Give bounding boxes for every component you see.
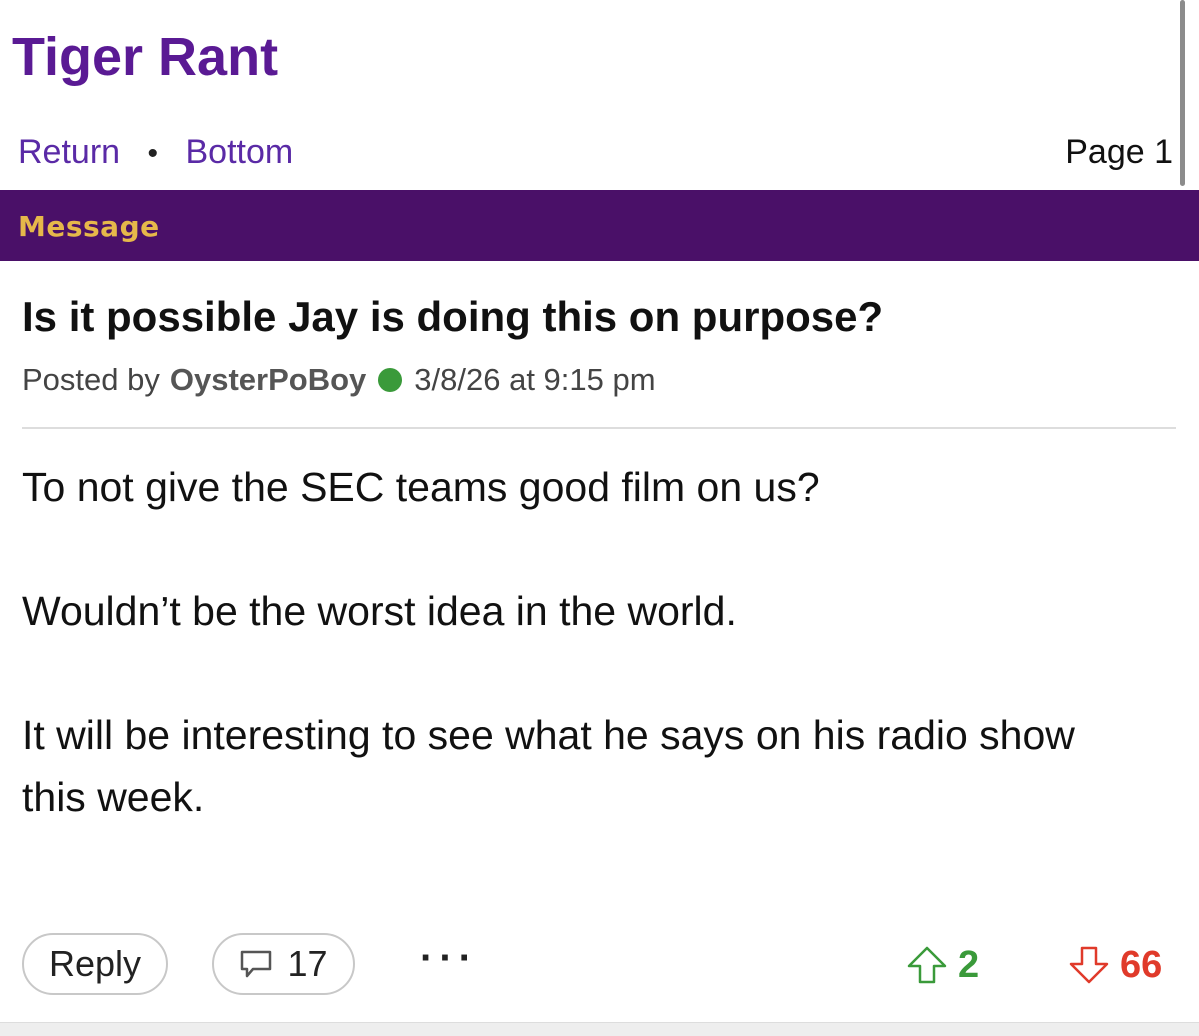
downvote-button[interactable]: 66 (1068, 940, 1162, 990)
scrollbar[interactable] (1180, 0, 1185, 186)
arrow-down-icon (1069, 946, 1109, 984)
upvote-button[interactable]: 2 (906, 940, 979, 990)
post-paragraph: Wouldn’t be the worst idea in the world. (22, 588, 737, 634)
post-meta: Posted by OysterPoBoy 3/8/26 at 9:15 pm (22, 360, 656, 400)
page-indicator: Page 1 (1065, 133, 1173, 171)
more-options-button[interactable]: ··· (420, 938, 484, 988)
bottom-link[interactable]: Bottom (185, 133, 293, 171)
divider (22, 427, 1176, 429)
upvote-count: 2 (958, 943, 980, 986)
post-actions: Reply 17 ··· 2 66 (0, 930, 1199, 1000)
nav-separator: • (147, 137, 159, 170)
bottom-strip (0, 1022, 1199, 1036)
online-status-icon (378, 368, 403, 392)
author-name[interactable]: OysterPoBoy (170, 360, 366, 400)
nav-row: Return • Bottom Page 1 (18, 130, 1173, 174)
downvote-count: 66 (1120, 943, 1163, 986)
posted-by-prefix: Posted by (22, 362, 160, 397)
message-header-label: Message (18, 210, 160, 243)
post-paragraph: To not give the SEC teams good film on u… (22, 464, 820, 510)
return-link[interactable]: Return (18, 133, 120, 171)
message-header-bar: Message (0, 190, 1199, 261)
board-title: Tiger Rant (12, 27, 279, 87)
post-paragraph: It will be interesting to see what he sa… (22, 712, 1075, 820)
reply-button[interactable]: Reply (22, 933, 168, 995)
post-title: Is it possible Jay is doing this on purp… (22, 293, 884, 340)
speech-bubble-icon (241, 950, 272, 978)
comments-button[interactable]: 17 (212, 933, 355, 995)
comment-count: 17 (287, 943, 328, 984)
arrow-up-icon (907, 946, 947, 984)
post-body: To not give the SEC teams good film on u… (22, 456, 1142, 828)
post-timestamp: 3/8/26 at 9:15 pm (414, 362, 656, 397)
